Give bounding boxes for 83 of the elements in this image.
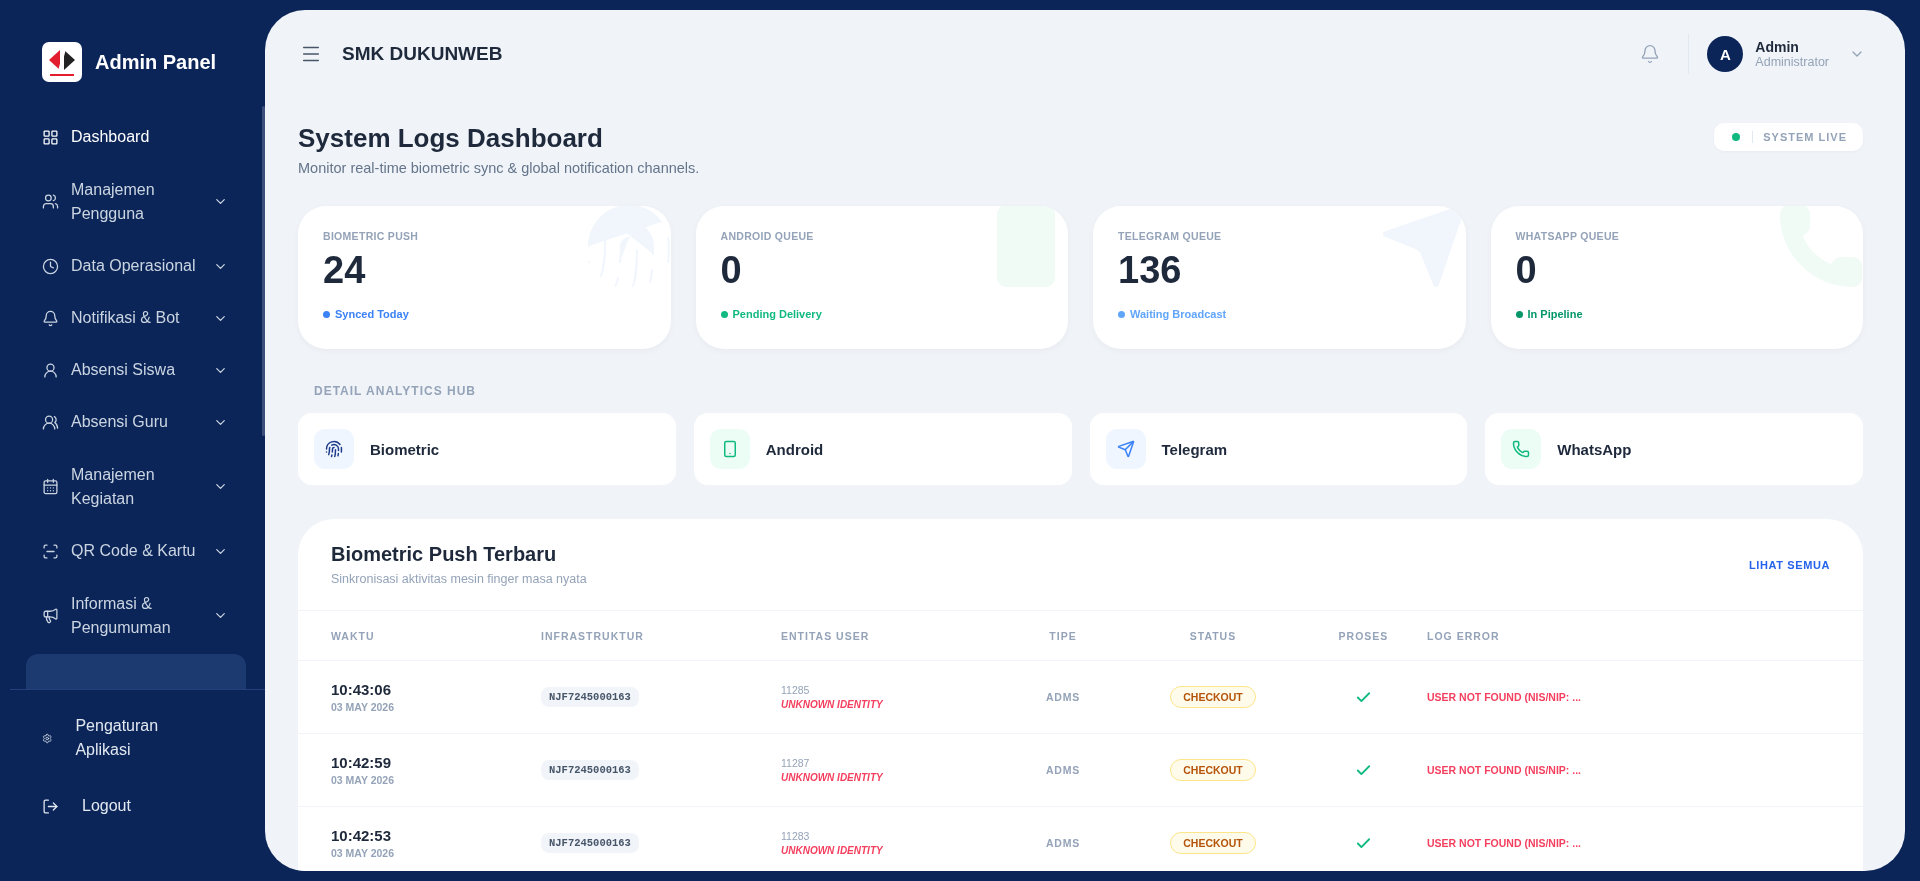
stat-note: In Pipeline — [1527, 308, 1583, 320]
time-text: 10:42:53 — [331, 827, 392, 844]
sidebar-item[interactable]: Absensi Siswa — [26, 344, 246, 396]
menu-icon — [42, 413, 59, 431]
stat-label: ANDROID QUEUE — [720, 230, 815, 242]
menu-icon — [42, 309, 59, 327]
status-pill: SYSTEM LIVE — [1714, 123, 1863, 151]
menu-icon — [42, 797, 59, 815]
column-header: LOG ERROR — [1427, 629, 1501, 642]
column-header: STATUS — [1188, 629, 1238, 642]
brand-name: Admin Panel — [95, 50, 217, 74]
date-text: 03 MAY 2026 — [331, 774, 395, 786]
stat-label: TELEGRAM QUEUE — [1118, 230, 1223, 242]
stat-value: 0 — [1515, 248, 1538, 292]
sidebar-item[interactable]: Notifikasi & Bot — [26, 292, 246, 344]
view-all-link[interactable]: LIHAT SEMUA — [1749, 558, 1830, 571]
sidebar-item[interactable]: Informasi & Pengumuman — [26, 577, 246, 654]
time-text: 10:42:59 — [331, 754, 392, 771]
sidebar-item[interactable]: Manajemen Pengguna — [26, 163, 246, 240]
error-text: USER NOT FOUND (NIS/NIP: ... — [1427, 764, 1582, 776]
menu-icon — [42, 478, 59, 495]
menu-icon — [42, 607, 59, 624]
error-text: USER NOT FOUND (NIS/NIP: ... — [1427, 691, 1582, 703]
device-tag: NJF7245000163 — [541, 833, 639, 853]
logo-icon — [42, 42, 82, 82]
sidebar-item[interactable]: Data Operasional — [26, 240, 246, 292]
status-badge: CHECKOUT — [1170, 832, 1256, 854]
notification-button[interactable] — [1640, 44, 1661, 64]
sidebar-item[interactable]: Manajemen Kegiatan — [26, 448, 246, 525]
sidebar-item[interactable]: Absensi Guru — [26, 396, 246, 448]
channel-icon — [1512, 440, 1531, 458]
type-text: ADMS — [1044, 837, 1082, 849]
user-menu-button[interactable]: A Admin Administrator — [1707, 36, 1865, 72]
sidebar-item[interactable]: Dashboard — [26, 111, 246, 163]
channel-icon — [1116, 440, 1135, 458]
column-header: ENTITAS USER — [781, 629, 871, 642]
sidebar-item[interactable]: Logout — [42, 776, 162, 836]
channel-button[interactable]: Telegram — [1089, 413, 1468, 485]
user-id: 11285 — [781, 684, 810, 696]
identity-text: UNKNOWN IDENTITY — [781, 845, 883, 856]
card-title: Biometric Push Terbaru — [331, 543, 558, 566]
channel-button[interactable]: Biometric — [298, 413, 676, 485]
menu-icon — [42, 257, 59, 275]
menu-icon — [42, 193, 59, 210]
identity-text: UNKNOWN IDENTITY — [781, 772, 883, 783]
status-badge: CHECKOUT — [1170, 686, 1256, 708]
stat-label: WHATSAPP QUEUE — [1515, 230, 1621, 242]
column-header: INFRASTRUKTUR — [541, 629, 645, 642]
stat-note: Synced Today — [335, 308, 409, 320]
stat-note: Pending Delivery — [732, 308, 822, 320]
menu-icon — [42, 128, 59, 146]
stat-label: BIOMETRIC PUSH — [323, 230, 420, 242]
channel-button[interactable]: WhatsApp — [1485, 413, 1863, 485]
channel-button[interactable]: Android — [693, 413, 1072, 485]
date-text: 03 MAY 2026 — [331, 701, 395, 713]
status-badge: CHECKOUT — [1170, 759, 1256, 781]
column-header: PROSES — [1337, 629, 1390, 642]
identity-text: UNKNOWN IDENTITY — [781, 699, 883, 710]
menu-icon — [42, 542, 59, 560]
card-subtitle: Sinkronisasi aktivitas mesin finger masa nyata — [331, 572, 587, 586]
time-text: 10:43:06 — [331, 681, 392, 698]
sidebar-item[interactable]: Pengaturan Aplikasi — [42, 708, 162, 768]
column-header: WAKTU — [331, 629, 376, 642]
type-text: ADMS — [1044, 764, 1082, 776]
page-title: System Logs Dashboard — [298, 123, 604, 154]
device-tag: NJF7245000163 — [541, 687, 639, 707]
sidebar-item[interactable]: QR Code & Kartu — [26, 525, 246, 577]
page-subtitle: Monitor real-time biometric sync & global notification channels. — [298, 160, 700, 176]
school-name: SMK DUKUNWEB — [342, 43, 503, 65]
date-text: 03 MAY 2026 — [331, 847, 395, 859]
type-text: ADMS — [1044, 691, 1082, 703]
channel-icon — [325, 440, 343, 458]
menu-icon — [42, 361, 59, 379]
stat-note: Waiting Broadcast — [1130, 308, 1227, 320]
stat-value: 0 — [720, 248, 743, 292]
stat-value: 24 — [323, 248, 367, 292]
section-title: DETAIL ANALYTICS HUB — [314, 384, 477, 398]
stat-value: 136 — [1118, 248, 1183, 292]
error-text: USER NOT FOUND (NIS/NIP: ... — [1427, 837, 1582, 849]
user-id: 11283 — [781, 830, 810, 842]
user-id: 11287 — [781, 757, 810, 769]
device-tag: NJF7245000163 — [541, 760, 639, 780]
column-header: TIPE — [1048, 629, 1078, 642]
